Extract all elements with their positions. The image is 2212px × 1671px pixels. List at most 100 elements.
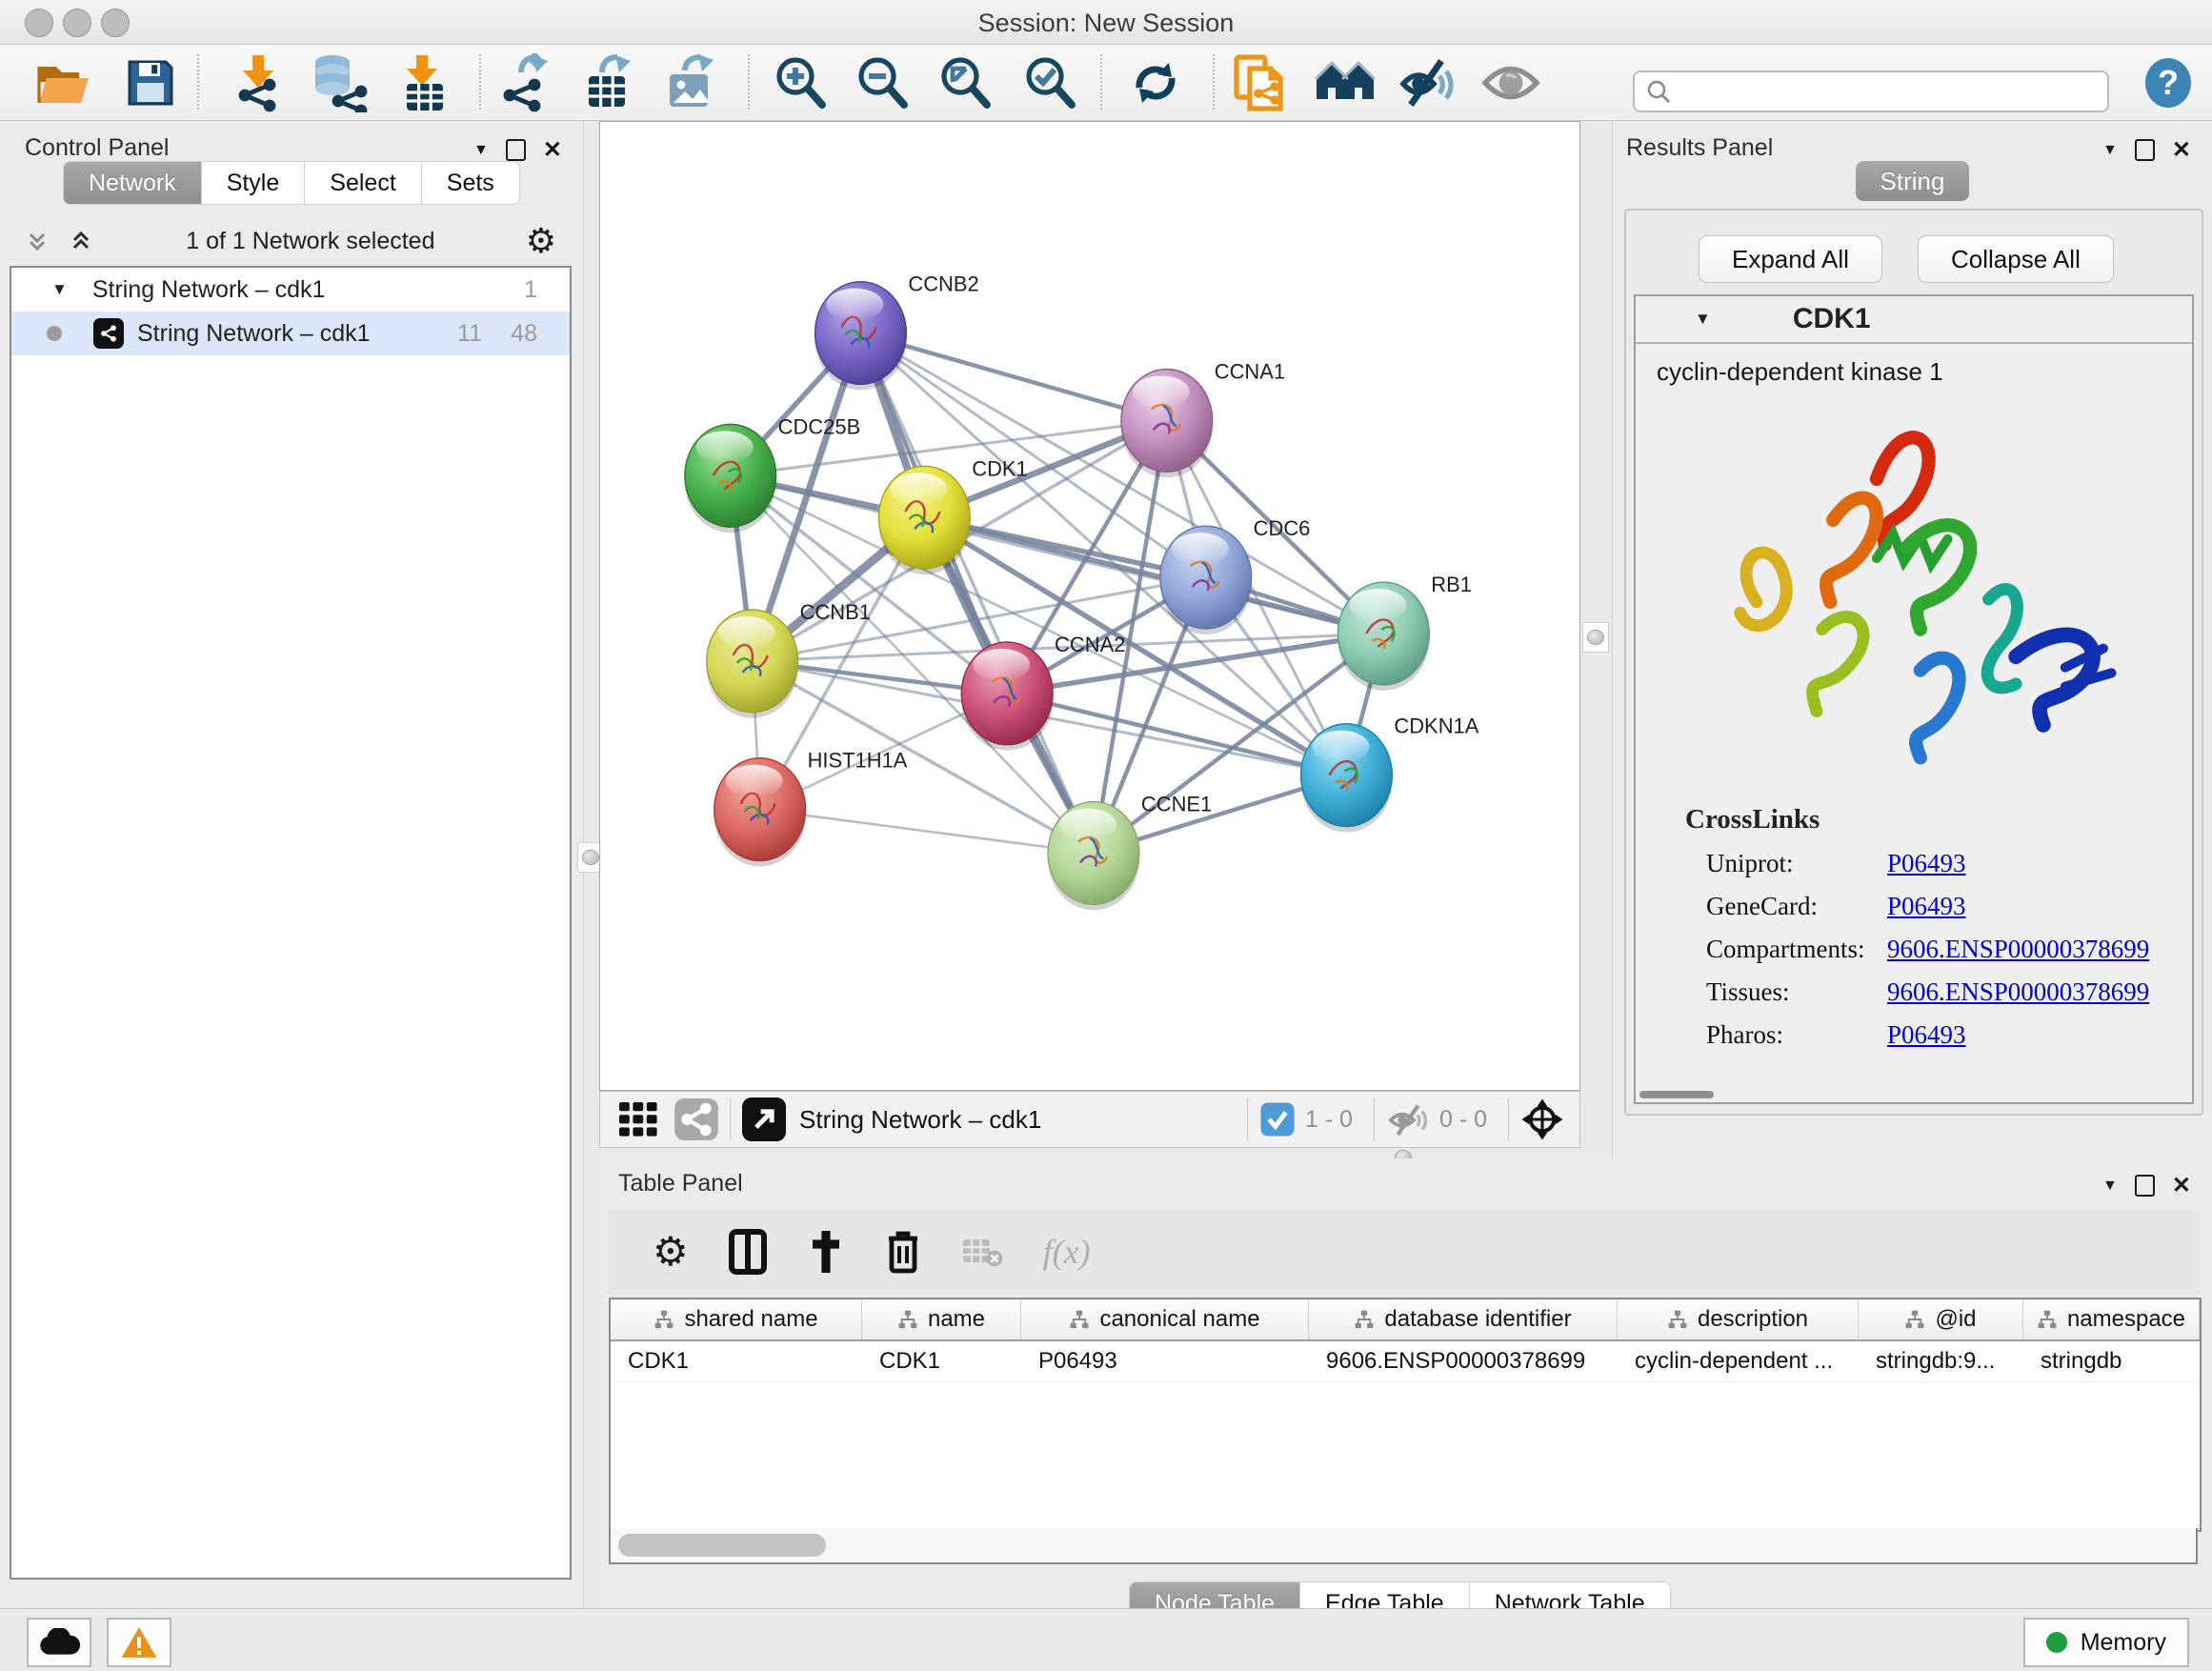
import-table-icon[interactable]	[397, 53, 452, 112]
open-session-icon[interactable]	[35, 57, 94, 109]
crosslink-link[interactable]: 9606.ENSP00000378699	[1887, 935, 2149, 964]
cloud-status-button[interactable]	[27, 1618, 91, 1667]
column-header-sharedname[interactable]: shared name	[611, 1299, 862, 1339]
control-panel-menu-icon[interactable]: ▼	[473, 142, 489, 159]
results-scrollbar[interactable]	[1639, 1091, 1714, 1098]
node-label-CCNA1: CCNA1	[1215, 359, 1285, 383]
column-header-namespace[interactable]: namespace	[2023, 1299, 2200, 1339]
crosslink-label: Compartments:	[1706, 935, 1887, 964]
table-panel-close-icon[interactable]: ✕	[2172, 1172, 2191, 1199]
table-options-gear-icon[interactable]: ⚙	[653, 1232, 689, 1272]
column-header-name[interactable]: name	[862, 1299, 1021, 1339]
gene-section-header[interactable]: ▼ CDK1	[1636, 296, 2192, 344]
results-panel-float-icon[interactable]	[2135, 139, 2155, 161]
add-column-icon[interactable]	[807, 1229, 845, 1275]
search-input[interactable]	[1673, 77, 2086, 106]
network-options-gear-icon[interactable]: ⚙	[526, 224, 556, 258]
save-session-icon[interactable]	[124, 56, 177, 110]
import-network-from-database-icon[interactable]	[308, 53, 369, 112]
table-row[interactable]: CDK1CDK1P064939606.ENSP00000378699cyclin…	[611, 1341, 2200, 1382]
hidden-count: 0 - 0	[1439, 1106, 1487, 1134]
show-hidden-icon[interactable]	[1481, 63, 1540, 103]
expand-all-icon[interactable]	[67, 227, 95, 255]
expand-all-button[interactable]: Expand All	[1699, 235, 1882, 283]
table-cell[interactable]: 9606.ENSP00000378699	[1309, 1341, 1618, 1381]
search-box[interactable]	[1633, 70, 2109, 112]
network-share-view-icon[interactable]	[674, 1098, 718, 1140]
birds-eye-crosshair-icon[interactable]	[1520, 1097, 1564, 1141]
table-panel-menu-icon[interactable]: ▼	[2102, 1178, 2118, 1195]
network-node-CCNA2[interactable]: CCNA2	[961, 633, 1125, 751]
control-panel-close-icon[interactable]: ✕	[543, 136, 562, 164]
column-header-databaseidentifier[interactable]: database identifier	[1309, 1299, 1618, 1339]
table-cell[interactable]: stringdb	[2023, 1341, 2200, 1381]
delete-column-trash-icon[interactable]	[885, 1229, 921, 1275]
zoom-in-icon[interactable]	[773, 55, 828, 111]
network-node-CDKN1A[interactable]: CDKN1A	[1301, 715, 1479, 833]
tab-sets[interactable]: Sets	[422, 161, 520, 205]
table-hscrollbar-thumb[interactable]	[618, 1534, 826, 1557]
crosslink-label: Tissues:	[1706, 977, 1887, 1007]
selected-checkbox-icon[interactable]	[1259, 1101, 1296, 1137]
zoom-fit-icon[interactable]	[937, 55, 993, 111]
column-label: namespace	[2067, 1306, 2185, 1333]
control-panel-float-icon[interactable]	[506, 139, 526, 161]
crosslink-link[interactable]: 9606.ENSP00000378699	[1887, 977, 2149, 1007]
network-edge-CCNE1-HIST1H1A[interactable]	[760, 810, 1094, 854]
memory-button[interactable]: Memory	[2023, 1618, 2189, 1667]
table-cell[interactable]: cyclin-dependent ...	[1618, 1341, 1859, 1381]
table-panel-float-icon[interactable]	[2135, 1175, 2155, 1197]
crosslink-link[interactable]: P06493	[1887, 892, 1966, 921]
network-collection-row[interactable]: ▼ String Network – cdk1 1	[11, 268, 570, 312]
network-edge-CCNB2-CCNA1[interactable]	[860, 333, 1166, 421]
detach-view-icon[interactable]	[742, 1097, 786, 1141]
column-header-id[interactable]: @id	[1859, 1299, 2023, 1339]
network-canvas[interactable]: CCNB2 CCNA1 CDC25B CDK1 CDC6	[599, 121, 1580, 1091]
show-columns-icon[interactable]	[729, 1229, 767, 1275]
results-panel-close-icon[interactable]: ✕	[2172, 136, 2191, 164]
table-cell[interactable]: CDK1	[611, 1341, 862, 1381]
table-hscrollbar[interactable]	[609, 1528, 2198, 1564]
grid-view-icon[interactable]	[617, 1100, 659, 1138]
column-header-description[interactable]: description	[1618, 1299, 1859, 1339]
control-panel-title: Control Panel	[25, 134, 169, 162]
network-node-CCNB2[interactable]: CCNB2	[815, 272, 979, 391]
network-node-CDC6[interactable]: CDC6	[1160, 516, 1311, 634]
import-network-icon[interactable]	[230, 53, 287, 112]
network-edge-CCNB2-CCNE1[interactable]	[860, 333, 1094, 854]
table-cell[interactable]: stringdb:9...	[1859, 1341, 2023, 1381]
collapse-all-icon[interactable]	[23, 227, 51, 255]
column-label: @id	[1935, 1306, 1976, 1333]
warning-status-button[interactable]	[107, 1618, 171, 1667]
network-node-CCNE1[interactable]: CCNE1	[1048, 793, 1212, 911]
tab-style[interactable]: Style	[202, 161, 306, 205]
refresh-icon[interactable]	[1128, 57, 1183, 109]
zoom-selected-icon[interactable]	[1022, 55, 1077, 111]
network-node-RB1[interactable]: RB1	[1337, 573, 1471, 691]
collapse-all-button[interactable]: Collapse All	[1918, 235, 2114, 283]
crosslink-link[interactable]: P06493	[1887, 1020, 1966, 1050]
gene-collapse-icon[interactable]: ▼	[1695, 310, 1711, 329]
help-icon[interactable]: ?	[2142, 56, 2195, 110]
zoom-out-icon[interactable]	[855, 55, 910, 111]
table-cell[interactable]: P06493	[1021, 1341, 1309, 1381]
tab-network[interactable]: Network	[63, 161, 202, 205]
crosslink-link[interactable]: P06493	[1887, 849, 1966, 878]
column-header-canonicalname[interactable]: canonical name	[1021, 1299, 1309, 1339]
network-row-selected[interactable]: String Network – cdk1 11 48	[11, 312, 570, 355]
export-network-icon[interactable]	[494, 53, 552, 112]
hidden-eye-icon[interactable]	[1386, 1101, 1430, 1137]
network-node-HIST1H1A[interactable]: HIST1H1A	[714, 749, 908, 867]
results-panel-menu-icon[interactable]: ▼	[2102, 142, 2118, 159]
export-image-icon[interactable]	[662, 53, 717, 112]
network-node-CCNA1[interactable]: CCNA1	[1121, 359, 1285, 477]
export-table-icon[interactable]	[579, 53, 634, 112]
tree-expand-icon[interactable]: ▼	[51, 280, 68, 299]
hide-selected-icon[interactable]	[1399, 57, 1457, 109]
right-splitter-handle[interactable]	[1582, 622, 1609, 653]
show-all-networks-icon[interactable]	[1315, 59, 1376, 107]
tab-string[interactable]: String	[1856, 161, 1970, 201]
tab-select[interactable]: Select	[305, 161, 421, 205]
duplicate-network-icon[interactable]	[1231, 53, 1290, 112]
table-cell[interactable]: CDK1	[862, 1341, 1021, 1381]
